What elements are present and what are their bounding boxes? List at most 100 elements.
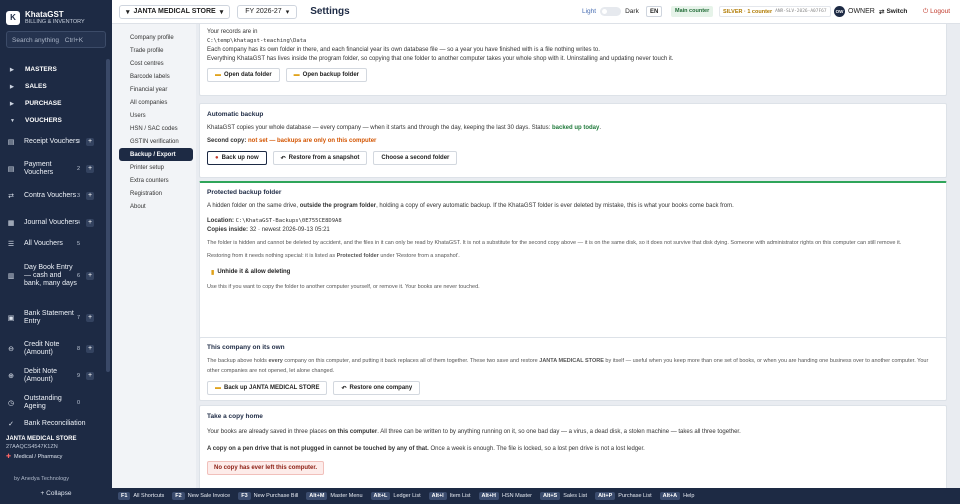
add-icon[interactable]: + [86, 164, 94, 173]
backup-company-button[interactable]: ▬ Back up JANTA MEDICAL STORE [207, 381, 328, 395]
add-icon[interactable]: + [86, 313, 94, 322]
records-actions: ▬ Open data folder ▬ Open backup folder [207, 68, 939, 82]
backup-now-button[interactable]: ● Back up now [207, 151, 267, 165]
sidebar-item-journal-vouchers[interactable]: ▦ Journal Vouchers 4 + [0, 209, 112, 236]
settings-nav-gstin-verification[interactable]: GSTIN verification [119, 135, 193, 148]
shortcut-label: Ledger List [393, 493, 421, 499]
settings-nav-hsn-sac[interactable]: HSN / SAC codes [119, 122, 193, 135]
sidebar-item-outstanding-ageing[interactable]: ◷ Outstanding Ageing 0 [0, 389, 112, 416]
sidebar-item-payment-vouchers[interactable]: ▤ Payment Vouchers 2 + [0, 155, 112, 182]
sidebar-item-bank-statement-entry[interactable]: ▣ Bank Statement Entry 7 + [0, 300, 112, 335]
sidebar-group-purchase[interactable]: ▶ PURCHASE [0, 95, 112, 112]
payment-icon: ▤ [7, 165, 15, 173]
sidebar-item-receipt-vouchers[interactable]: ▤ Receipt Vouchers 3 + [0, 129, 112, 155]
copy-warning-wrap: No copy has ever left this computer. [207, 461, 939, 475]
backup-icon: ● [215, 155, 219, 161]
protected-actions: ▮ Unhide it & allow deleting [207, 265, 939, 279]
search-input[interactable]: Search anything Ctrl+K [6, 31, 106, 48]
sidebar-item-count: 0 [77, 399, 81, 406]
choose-second-folder-button[interactable]: Choose a second folder [373, 151, 458, 165]
fy-selector[interactable]: FY 2026-27 ▾ [237, 4, 298, 19]
settings-nav-users[interactable]: Users [119, 109, 193, 122]
sidebar-item-label: Debit Note (Amount) [24, 367, 58, 383]
sidebar-item-contra-vouchers[interactable]: ⇄ Contra Vouchers 3 + [0, 182, 112, 209]
settings-nav-registration[interactable]: Registration [119, 187, 193, 200]
settings-nav-barcode-labels[interactable]: Barcode labels [119, 70, 193, 83]
settings-nav-about[interactable]: About [119, 200, 193, 213]
journal-icon: ▦ [7, 219, 15, 227]
shortcut-hsn-master[interactable]: Alt+H HSN Master [478, 492, 532, 500]
shortcut-master-menu[interactable]: Alt+M Master Menu [306, 492, 363, 500]
settings-nav-company-profile[interactable]: Company profile [119, 31, 193, 44]
theme-light-label[interactable]: Light [582, 8, 596, 15]
search-placeholder: Search anything [12, 37, 59, 44]
shortcut-new-sale[interactable]: F2 New Sale Invoice [172, 492, 230, 500]
sidebar-item-label: Contra Vouchers [24, 191, 77, 199]
collapse-button[interactable]: + Collapse [0, 490, 112, 497]
settings-nav-all-companies[interactable]: All companies [119, 96, 193, 109]
settings-nav-trade-profile[interactable]: Trade profile [119, 44, 193, 57]
sidebar-group-vouchers[interactable]: ▼ VOUCHERS [0, 112, 112, 129]
switch-user-button[interactable]: ⇄ Switch [879, 8, 907, 16]
clock-icon: ◷ [7, 399, 15, 407]
shortcut-new-purchase[interactable]: F3 New Purchase Bill [238, 492, 298, 500]
protected-desc-b: outside the program folder [299, 203, 377, 209]
language-selector[interactable]: EN [646, 6, 663, 17]
brand-name: KhataGST [25, 9, 64, 19]
user-menu[interactable]: OW OWNER [834, 6, 875, 17]
settings-nav-printer-setup[interactable]: Printer setup [119, 161, 193, 174]
sidebar-item-all-vouchers[interactable]: ☰ All Vouchers 5 [0, 236, 112, 252]
restore-company-button[interactable]: ↶ Restore one company [333, 381, 421, 395]
group-label: MASTERS [25, 66, 57, 73]
company-gstin: 27AAQCS4547K1ZN [6, 444, 58, 450]
settings-nav-cost-centres[interactable]: Cost centres [119, 57, 193, 70]
shortcut-label: New Sale Invoice [187, 493, 231, 499]
location-label: Location: [207, 218, 234, 224]
sidebar-group-masters[interactable]: ▶ MASTERS [0, 61, 112, 78]
shortcut-purchase-list[interactable]: Alt+P Purchase List [595, 492, 652, 500]
theme-toggle[interactable] [600, 7, 622, 16]
add-icon[interactable]: + [86, 344, 94, 353]
shortcut-help[interactable]: Alt+A Help [659, 492, 694, 500]
shortcut-ledger-list[interactable]: Alt+L Ledger List [370, 492, 421, 500]
add-icon[interactable]: + [86, 272, 94, 280]
sidebar-item-credit-note[interactable]: ⊖ Credit Note (Amount) 8 + [0, 335, 112, 362]
shortcut-sales-list[interactable]: Alt+S Sales List [539, 492, 587, 500]
shortcut-item-list[interactable]: Alt+I Item List [428, 492, 471, 500]
shortcut-key: F1 [118, 492, 131, 500]
restore-snapshot-button[interactable]: ↶ Restore from a snapshot [272, 151, 368, 165]
shortcut-bar: F1 All Shortcuts F2 New Sale Invoice F3 New… [112, 488, 960, 504]
fy-selector-label: FY 2026-27 [245, 8, 282, 15]
open-backup-folder-button[interactable]: ▬ Open backup folder [285, 68, 368, 82]
chevron-down-icon: ▾ [219, 8, 224, 16]
theme-dark-label[interactable]: Dark [625, 8, 639, 15]
desc2-c: Once a week is enough. The file is locke… [430, 446, 645, 452]
second-copy-row: Second copy: not set — backups are only … [207, 137, 939, 146]
add-icon[interactable]: + [86, 191, 94, 200]
sidebar-item-count: 5 [77, 241, 81, 247]
add-icon[interactable]: + [86, 218, 94, 227]
vendor-credit: by Anedya Technology [14, 476, 69, 482]
sidebar-item-day-book-entry[interactable]: ▥ Day Book Entry — cash and bank, many da… [0, 252, 112, 300]
sidebar-item-bank-reconciliation[interactable]: ✓ Bank Reconciliation [0, 416, 112, 432]
settings-nav-extra-counters[interactable]: Extra counters [119, 174, 193, 187]
settings-nav-financial-year[interactable]: Financial year [119, 83, 193, 96]
sidebar-group-sales[interactable]: ▶ SALES [0, 78, 112, 95]
desc2-b: not plugged in cannot be touched by any … [290, 446, 429, 452]
desc-d: JANTA MEDICAL STORE [539, 358, 604, 364]
sidebar-item-count: 9 [77, 372, 81, 379]
add-icon[interactable]: + [86, 371, 94, 380]
open-data-folder-button[interactable]: ▬ Open data folder [207, 68, 280, 82]
app-root: K KhataGST BILLING & INVENTORY Search an… [0, 0, 960, 504]
add-icon[interactable]: + [86, 138, 94, 146]
logout-button[interactable]: ⏻ Logout [923, 8, 950, 16]
settings-nav-backup-export[interactable]: Backup / Export [119, 148, 193, 161]
shortcut-all[interactable]: F1 All Shortcuts [118, 492, 164, 500]
desc-c: . All three can be written to by anythin… [377, 429, 741, 435]
company-selector[interactable]: ▾ JANTA MEDICAL STORE ▾ [119, 4, 231, 19]
auto-backup-desc-text: KhataGST copies your whole database — ev… [207, 125, 551, 131]
sidebar-item-debit-note[interactable]: ⊕ Debit Note (Amount) 9 + [0, 362, 112, 389]
unhide-folder-button[interactable]: ▮ Unhide it & allow deleting [207, 265, 298, 279]
shortcut-label: All Shortcuts [133, 493, 165, 499]
section-title: This company on its own [207, 344, 285, 351]
